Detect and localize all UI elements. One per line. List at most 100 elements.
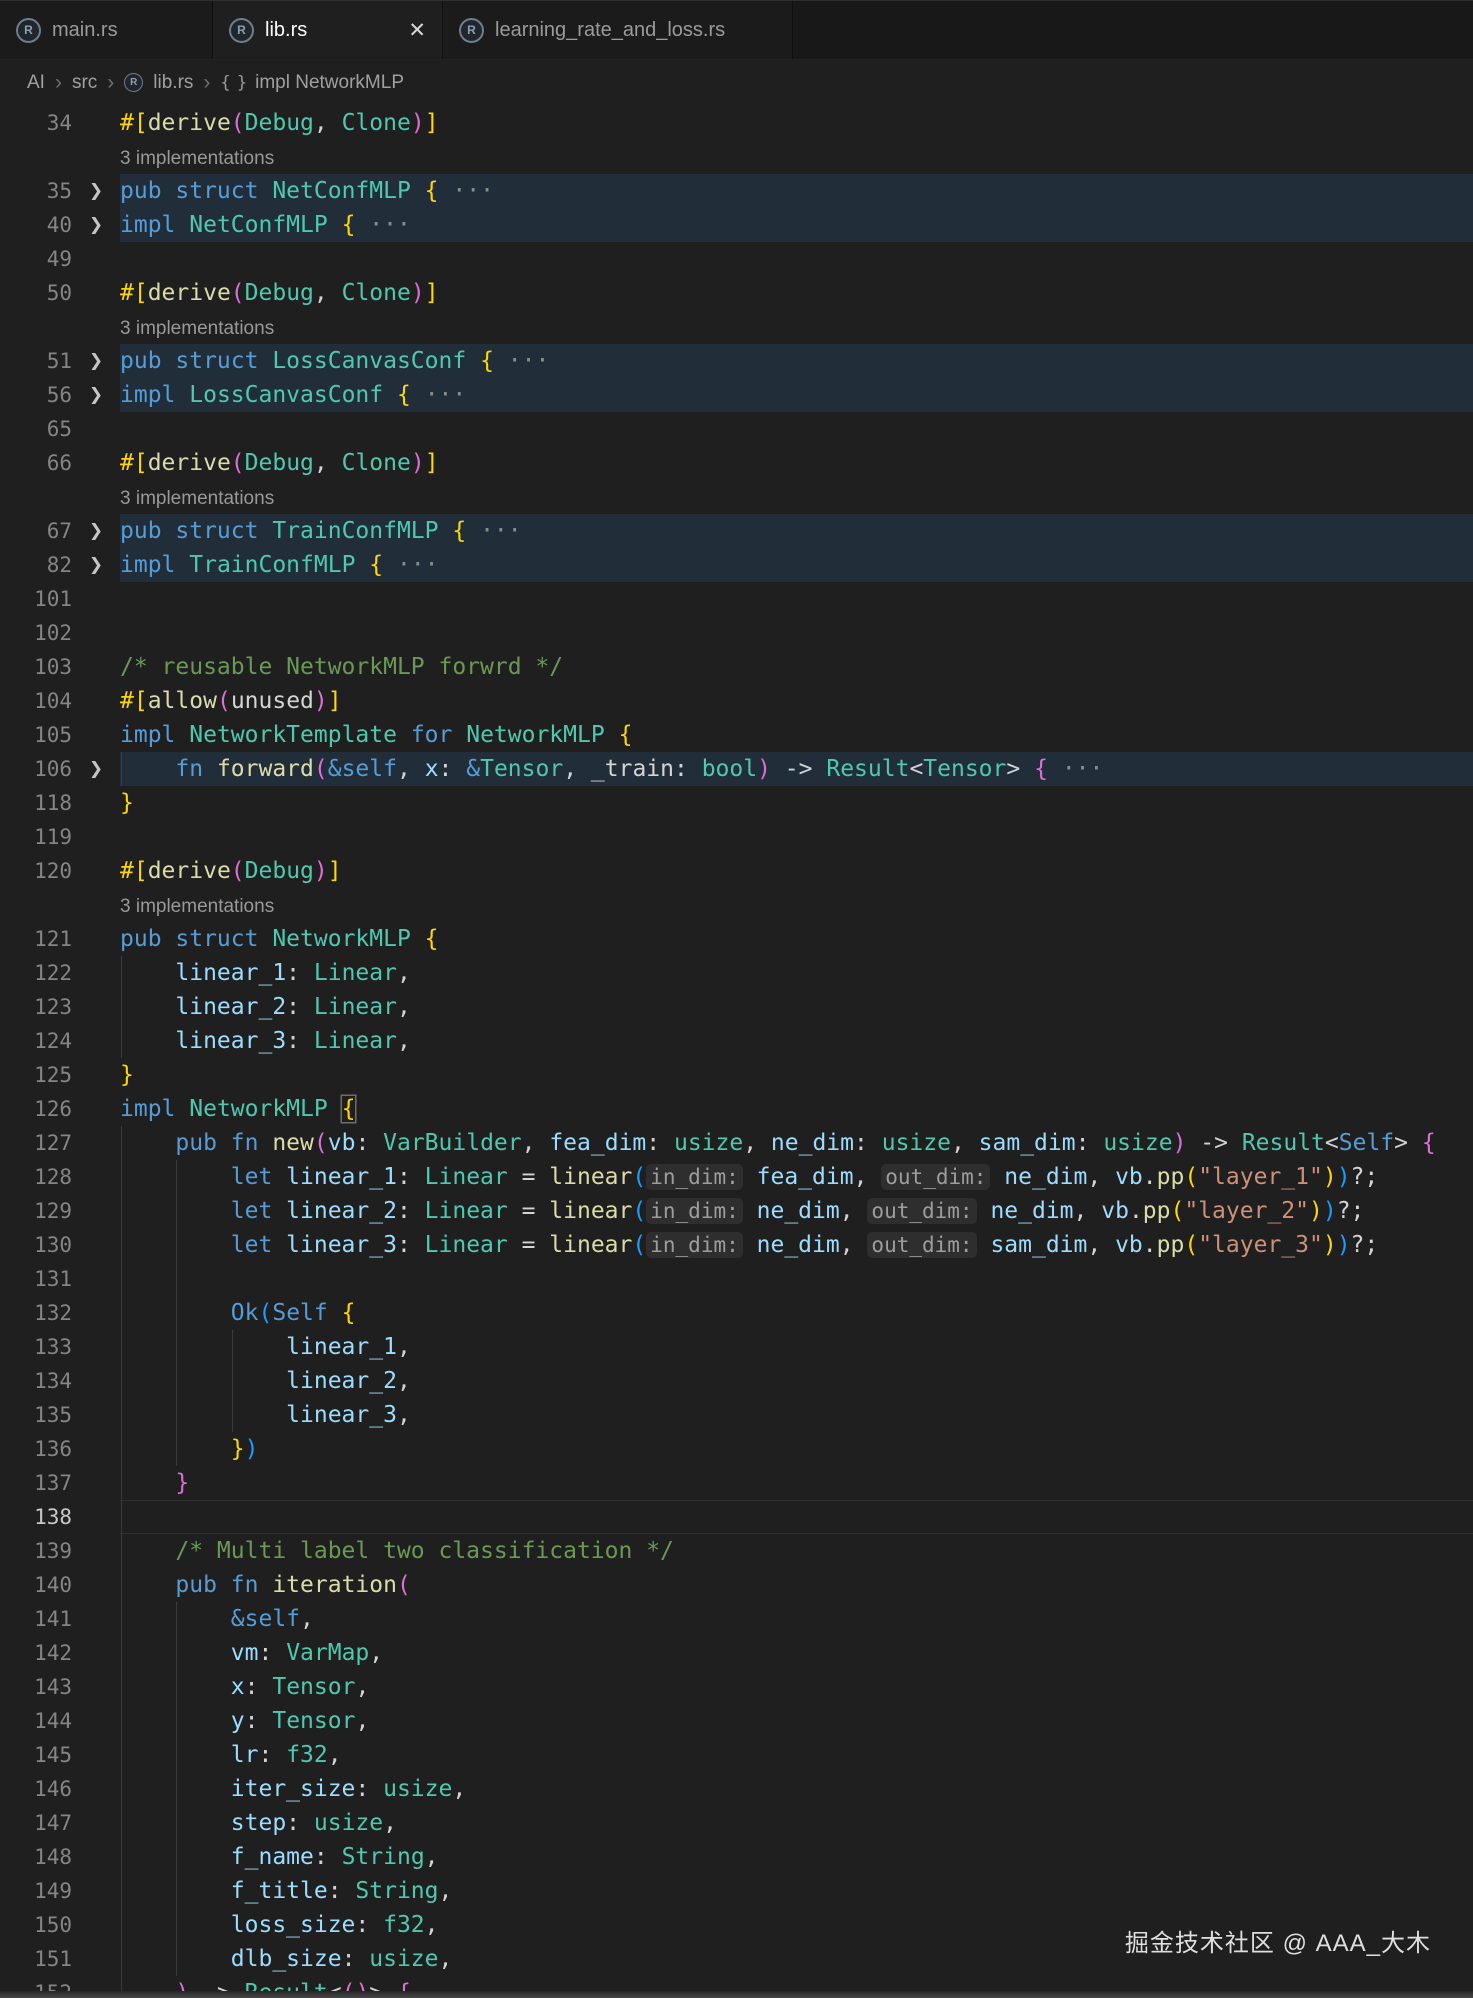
- code-line-50[interactable]: 50 #[derive(Debug, Clone)]: [0, 276, 1473, 310]
- code-line-124[interactable]: 124 linear_3: Linear,: [0, 1024, 1473, 1058]
- breadcrumb-item-symbol[interactable]: impl NetworkMLP: [255, 72, 404, 94]
- codelens-text[interactable]: 3 implementations: [120, 310, 1473, 344]
- code-line-137[interactable]: 137 }: [0, 1466, 1473, 1500]
- tab-learning-rate-and-loss-rs[interactable]: R learning_rate_and_loss.rs: [443, 1, 793, 59]
- code-line-146[interactable]: 146 iter_size: usize,: [0, 1772, 1473, 1806]
- close-icon[interactable]: ✕: [408, 19, 426, 41]
- code-content[interactable]: linear_2: Linear,: [120, 990, 1473, 1024]
- code-content[interactable]: let linear_1: Linear = linear(in_dim: fe…: [120, 1160, 1473, 1194]
- code-content[interactable]: y: Tensor,: [120, 1704, 1473, 1738]
- code-line-135[interactable]: 135 linear_3,: [0, 1398, 1473, 1432]
- code-content[interactable]: let linear_3: Linear = linear(in_dim: ne…: [120, 1228, 1473, 1262]
- code-content[interactable]: pub fn iteration(: [120, 1568, 1473, 1602]
- code-content[interactable]: f_name: String,: [120, 1840, 1473, 1874]
- code-line-147[interactable]: 147 step: usize,: [0, 1806, 1473, 1840]
- code-line-118[interactable]: 118}: [0, 786, 1473, 820]
- code-content[interactable]: pub fn new(vb: VarBuilder, fea_dim: usiz…: [120, 1126, 1473, 1160]
- code-content[interactable]: #[derive(Debug)]: [120, 854, 1473, 888]
- code-line-139[interactable]: 139 /* Multi label two classification */: [0, 1534, 1473, 1568]
- code-line-125[interactable]: 125}: [0, 1058, 1473, 1092]
- code-line-105[interactable]: 105 impl NetworkTemplate for NetworkMLP {: [0, 718, 1473, 752]
- code-content[interactable]: pub struct NetworkMLP {: [120, 922, 1473, 956]
- code-content[interactable]: [120, 616, 1473, 650]
- code-line-106[interactable]: 106 ❯ fn forward(&self, x: &Tensor, _trai…: [0, 752, 1473, 786]
- code-editor[interactable]: 34 #[derive(Debug, Clone)] 3 implementatio…: [0, 106, 1473, 1998]
- codelens-row[interactable]: 3 implementations: [0, 888, 1473, 922]
- code-content[interactable]: vm: VarMap,: [120, 1636, 1473, 1670]
- code-content[interactable]: #[derive(Debug, Clone)]: [120, 446, 1473, 480]
- breadcrumb-item-folder[interactable]: src: [72, 72, 97, 94]
- tab-lib-rs[interactable]: R lib.rs ✕: [213, 1, 443, 59]
- fold-chevron-icon[interactable]: ❯: [72, 174, 120, 208]
- code-line-140[interactable]: 140 pub fn iteration(: [0, 1568, 1473, 1602]
- fold-chevron-icon[interactable]: ❯: [72, 344, 120, 378]
- code-line-136[interactable]: 136 }): [0, 1432, 1473, 1466]
- breadcrumb-item-file[interactable]: lib.rs: [153, 72, 193, 94]
- code-line-121[interactable]: 121 pub struct NetworkMLP {: [0, 922, 1473, 956]
- code-line-141[interactable]: 141 &self,: [0, 1602, 1473, 1636]
- code-line-148[interactable]: 148 f_name: String,: [0, 1840, 1473, 1874]
- code-line-102[interactable]: 102: [0, 616, 1473, 650]
- codelens-implementations-link[interactable]: 3 implementations: [120, 148, 274, 169]
- tab-main-rs[interactable]: R main.rs: [0, 1, 213, 59]
- code-line-66[interactable]: 66 #[derive(Debug, Clone)]: [0, 446, 1473, 480]
- code-content[interactable]: &self,: [120, 1602, 1473, 1636]
- code-line-143[interactable]: 143 x: Tensor,: [0, 1670, 1473, 1704]
- code-content[interactable]: iter_size: usize,: [120, 1772, 1473, 1806]
- code-line-138[interactable]: 138: [0, 1500, 1473, 1534]
- code-content[interactable]: #[allow(unused)]: [120, 684, 1473, 718]
- codelens-text[interactable]: 3 implementations: [120, 888, 1473, 922]
- code-line-103[interactable]: 103 /* reusable NetworkMLP forwrd */: [0, 650, 1473, 684]
- code-content[interactable]: }: [120, 786, 1473, 820]
- code-line-134[interactable]: 134 linear_2,: [0, 1364, 1473, 1398]
- code-content[interactable]: [120, 1500, 1473, 1534]
- code-line-131[interactable]: 131: [0, 1262, 1473, 1296]
- code-content[interactable]: [120, 1262, 1473, 1296]
- fold-chevron-icon[interactable]: ❯: [72, 752, 120, 786]
- code-line-128[interactable]: 128 let linear_1: Linear = linear(in_dim…: [0, 1160, 1473, 1194]
- code-line-120[interactable]: 120 #[derive(Debug)]: [0, 854, 1473, 888]
- code-content[interactable]: [120, 582, 1473, 616]
- code-line-129[interactable]: 129 let linear_2: Linear = linear(in_dim…: [0, 1194, 1473, 1228]
- code-content[interactable]: #[derive(Debug, Clone)]: [120, 276, 1473, 310]
- code-line-126[interactable]: 126 impl NetworkMLP {: [0, 1092, 1473, 1126]
- code-content[interactable]: /* reusable NetworkMLP forwrd */: [120, 650, 1473, 684]
- code-line-49[interactable]: 49: [0, 242, 1473, 276]
- code-line-145[interactable]: 145 lr: f32,: [0, 1738, 1473, 1772]
- code-content[interactable]: impl TrainConfMLP { ···: [120, 548, 1473, 582]
- codelens-row[interactable]: 3 implementations: [0, 480, 1473, 514]
- code-line-132[interactable]: 132 Ok(Self {: [0, 1296, 1473, 1330]
- fold-chevron-icon[interactable]: ❯: [72, 208, 120, 242]
- code-content[interactable]: impl NetworkMLP {: [120, 1092, 1473, 1126]
- code-line-149[interactable]: 149 f_title: String,: [0, 1874, 1473, 1908]
- code-line-40[interactable]: 40 ❯ impl NetConfMLP { ···: [0, 208, 1473, 242]
- code-content[interactable]: impl LossCanvasConf { ···: [120, 378, 1473, 412]
- code-line-65[interactable]: 65: [0, 412, 1473, 446]
- code-line-133[interactable]: 133 linear_1,: [0, 1330, 1473, 1364]
- code-content[interactable]: /* Multi label two classification */: [120, 1534, 1473, 1568]
- code-content[interactable]: pub struct TrainConfMLP { ···: [120, 514, 1473, 548]
- code-content[interactable]: lr: f32,: [120, 1738, 1473, 1772]
- code-content[interactable]: impl NetworkTemplate for NetworkMLP {: [120, 718, 1473, 752]
- code-line-34[interactable]: 34 #[derive(Debug, Clone)]: [0, 106, 1473, 140]
- code-line-82[interactable]: 82 ❯ impl TrainConfMLP { ···: [0, 548, 1473, 582]
- fold-chevron-icon[interactable]: ❯: [72, 514, 120, 548]
- codelens-text[interactable]: 3 implementations: [120, 480, 1473, 514]
- fold-chevron-icon[interactable]: ❯: [72, 548, 120, 582]
- code-content[interactable]: linear_2,: [120, 1364, 1473, 1398]
- code-content[interactable]: linear_3: Linear,: [120, 1024, 1473, 1058]
- code-line-130[interactable]: 130 let linear_3: Linear = linear(in_dim…: [0, 1228, 1473, 1262]
- code-content[interactable]: let linear_2: Linear = linear(in_dim: ne…: [120, 1194, 1473, 1228]
- code-line-67[interactable]: 67 ❯ pub struct TrainConfMLP { ···: [0, 514, 1473, 548]
- code-content[interactable]: }): [120, 1432, 1473, 1466]
- code-content[interactable]: fn forward(&self, x: &Tensor, _train: bo…: [120, 752, 1473, 786]
- codelens-implementations-link[interactable]: 3 implementations: [120, 318, 274, 339]
- code-line-119[interactable]: 119: [0, 820, 1473, 854]
- code-content[interactable]: f_title: String,: [120, 1874, 1473, 1908]
- code-content[interactable]: x: Tensor,: [120, 1670, 1473, 1704]
- codelens-implementations-link[interactable]: 3 implementations: [120, 896, 274, 917]
- code-content[interactable]: pub struct NetConfMLP { ···: [120, 174, 1473, 208]
- code-line-104[interactable]: 104 #[allow(unused)]: [0, 684, 1473, 718]
- code-line-56[interactable]: 56 ❯ impl LossCanvasConf { ···: [0, 378, 1473, 412]
- codelens-row[interactable]: 3 implementations: [0, 140, 1473, 174]
